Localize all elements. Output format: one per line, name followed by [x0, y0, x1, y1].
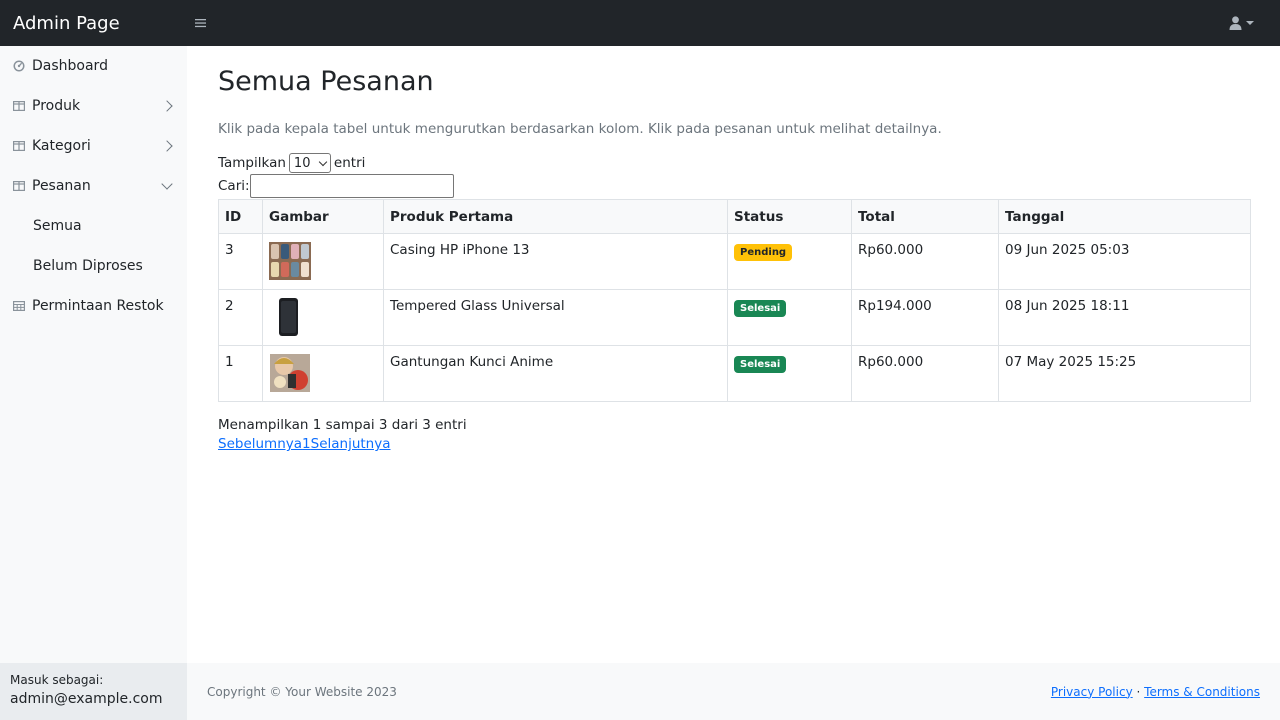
sidebar-item-belum-diproses[interactable]: Belum Diproses: [0, 246, 187, 286]
cell-product: Tempered Glass Universal: [383, 289, 728, 346]
columns-icon: [13, 101, 25, 112]
sidebar-item-label: Semua: [33, 218, 82, 234]
column-header-gambar[interactable]: Gambar: [262, 199, 384, 234]
chevron-down-icon: [161, 178, 173, 190]
cell-status: Selesai: [727, 289, 852, 346]
entries-length-control: Tampilkan 10 entri: [218, 153, 1280, 173]
columns-icon: [13, 181, 25, 192]
pagination: Sebelumnya1Selanjutnya: [218, 436, 1280, 452]
cell-product: Casing HP iPhone 13: [383, 233, 728, 290]
status-badge: Pending: [734, 244, 793, 261]
entries-per-page-select[interactable]: 10: [288, 153, 331, 173]
sidebar-footer: Masuk sebagai: admin@example.com: [0, 663, 187, 720]
privacy-policy-link[interactable]: Privacy Policy: [1051, 685, 1133, 699]
top-navbar: Admin Page: [0, 0, 1280, 46]
cell-date: 08 Jun 2025 18:11: [998, 289, 1251, 346]
cell-total: Rp60.000: [851, 345, 999, 402]
logged-in-user: admin@example.com: [10, 691, 163, 707]
table-row[interactable]: 3 Casing HP iPhone 13 Pending Rp60.000 0…: [218, 233, 1251, 290]
search-control: Cari:: [218, 174, 1280, 198]
sidebar-item-label: Produk: [32, 98, 81, 114]
footer-links: Privacy Policy · Terms & Conditions: [1051, 685, 1260, 699]
table-row[interactable]: 2 Tempered Glass Universal Selesai Rp194…: [218, 289, 1251, 346]
cell-total: Rp194.000: [851, 289, 999, 346]
sidebar-item-pesanan[interactable]: Pesanan: [0, 166, 187, 206]
table-row[interactable]: 1 Gantungan Kunci Anime Selesai Rp60.000…: [218, 345, 1251, 402]
pagination-previous-link[interactable]: Sebelumnya: [218, 436, 302, 452]
sidebar-item-permintaan-restok[interactable]: Permintaan Restok: [0, 286, 187, 326]
bars-icon: [194, 19, 206, 28]
terms-link[interactable]: Terms & Conditions: [1144, 685, 1260, 699]
status-badge: Selesai: [734, 356, 787, 373]
orders-table: ID Gambar Produk Pertama Status Total Ta…: [218, 199, 1251, 402]
cell-id: 3: [218, 233, 263, 290]
user-dropdown-button[interactable]: [1229, 16, 1254, 30]
main-content: Semua Pesanan Klik pada kepala tabel unt…: [187, 46, 1280, 663]
sidebar-item-label: Pesanan: [32, 178, 91, 194]
cell-image: [262, 345, 384, 402]
table-header-row: ID Gambar Produk Pertama Status Total Ta…: [218, 199, 1251, 234]
cell-date: 09 Jun 2025 05:03: [998, 233, 1251, 290]
column-header-tanggal[interactable]: Tanggal: [998, 199, 1251, 234]
page-footer: Copyright © Your Website 2023 Privacy Po…: [187, 663, 1280, 720]
tempered-glass-thumbnail: [269, 298, 311, 336]
cell-status: Pending: [727, 233, 852, 290]
sidebar-item-semua[interactable]: Semua: [0, 206, 187, 246]
search-label: Cari:: [218, 178, 250, 194]
chevron-right-icon: [161, 100, 173, 112]
tachometer-icon: [13, 60, 25, 72]
chevron-down-icon: [1246, 21, 1254, 25]
sidebar-item-kategori[interactable]: Kategori: [0, 126, 187, 166]
cell-product: Gantungan Kunci Anime: [383, 345, 728, 402]
table-icon: [13, 301, 25, 312]
pagination-page-link[interactable]: 1: [302, 436, 311, 452]
column-header-id[interactable]: ID: [218, 199, 263, 234]
cell-image: [262, 289, 384, 346]
column-header-status[interactable]: Status: [727, 199, 852, 234]
sidebar-item-dashboard[interactable]: Dashboard: [0, 46, 187, 86]
sidebar-item-produk[interactable]: Produk: [0, 86, 187, 126]
search-input[interactable]: [249, 174, 454, 198]
phone-cases-thumbnail: [269, 242, 311, 280]
copyright-text: Copyright © Your Website 2023: [207, 684, 397, 699]
sidebar-item-label: Dashboard: [32, 58, 108, 74]
cell-image: [262, 233, 384, 290]
user-icon: [1229, 16, 1242, 30]
cell-id: 2: [218, 289, 263, 346]
logged-in-label: Masuk sebagai:: [10, 673, 104, 687]
pagination-next-link[interactable]: Selanjutnya: [311, 436, 391, 452]
table-info: Menampilkan 1 sampai 3 dari 3 entri: [218, 417, 467, 433]
length-suffix-label: entri: [333, 155, 366, 171]
length-prefix-label: Tampilkan: [218, 155, 286, 171]
sidebar-item-label: Permintaan Restok: [32, 298, 164, 314]
sidebar-item-label: Belum Diproses: [33, 258, 143, 274]
entries-per-page-value: 10: [293, 155, 311, 171]
cell-total: Rp60.000: [851, 233, 999, 290]
sidebar-toggle-button[interactable]: [190, 13, 210, 33]
anime-keychain-thumbnail: [270, 354, 310, 392]
page-title: Semua Pesanan: [218, 66, 434, 97]
cell-status: Selesai: [727, 345, 852, 402]
cell-date: 07 May 2025 15:25: [998, 345, 1251, 402]
columns-icon: [13, 141, 25, 152]
cell-id: 1: [218, 345, 263, 402]
sidebar-item-label: Kategori: [32, 138, 91, 154]
column-header-produk-pertama[interactable]: Produk Pertama: [383, 199, 728, 234]
chevron-right-icon: [161, 140, 173, 152]
column-header-total[interactable]: Total: [851, 199, 999, 234]
chevron-down-icon: [318, 157, 328, 166]
sidebar: Dashboard Produk Kategori Pesanan Semua …: [0, 46, 187, 720]
page-description: Klik pada kepala tabel untuk mengurutkan…: [218, 121, 942, 137]
footer-separator: ·: [1136, 684, 1141, 699]
brand-title[interactable]: Admin Page: [0, 13, 187, 34]
status-badge: Selesai: [734, 300, 787, 317]
